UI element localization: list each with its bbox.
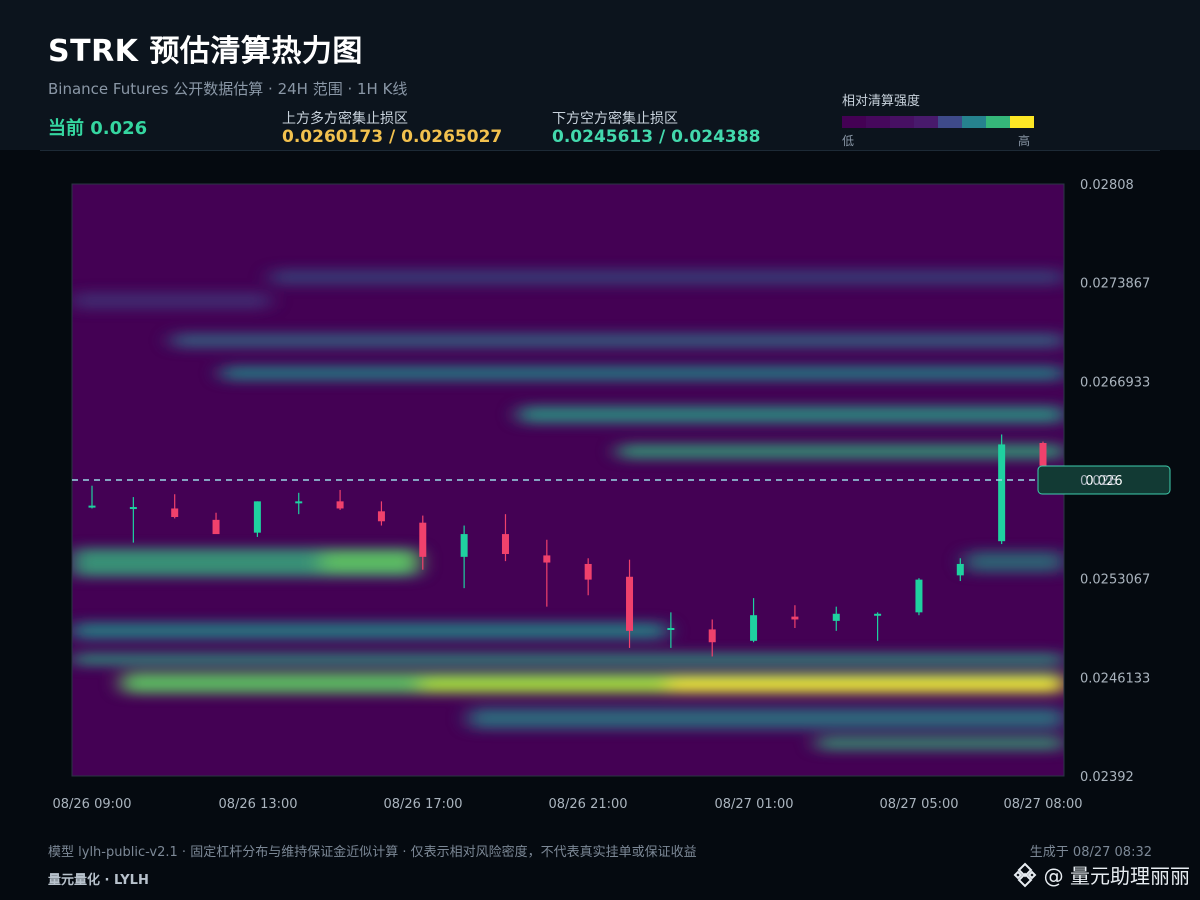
footer-note: 模型 lylh-public-v2.1 · 固定杠杆分布与维持保证金近似计算 ·… xyxy=(48,845,697,860)
heat-band xyxy=(72,622,668,640)
candle-body xyxy=(295,501,303,504)
heat-band xyxy=(468,707,1064,730)
legend-high-label: 高 xyxy=(1018,134,1031,148)
candle-body xyxy=(377,511,385,522)
candle-body xyxy=(460,534,468,557)
page-subtitle: Binance Futures 公开数据估算 · 24H 范围 · 1H K线 xyxy=(48,80,408,98)
heat-band xyxy=(320,551,420,573)
candle xyxy=(915,578,923,616)
page-title: STRK 预估清算热力图 xyxy=(48,34,363,69)
heat-band xyxy=(816,736,1064,751)
candle-body xyxy=(667,628,675,630)
x-tick-label: 08/27 08:00 xyxy=(1003,797,1082,812)
candle xyxy=(253,501,261,537)
candle-body xyxy=(1039,443,1047,466)
candle-body xyxy=(708,629,716,643)
candle-body xyxy=(915,579,923,613)
candle-body xyxy=(212,519,220,535)
legend-swatch-3 xyxy=(914,116,938,128)
candle-body xyxy=(626,576,634,631)
legend-swatch-0 xyxy=(842,116,866,128)
heat-band xyxy=(171,333,1064,348)
candle-body xyxy=(832,613,840,621)
lower-zone-label: 下方空方密集止损区 xyxy=(552,111,678,127)
candle-body xyxy=(956,563,964,576)
heat-band xyxy=(667,679,1064,691)
heat-band xyxy=(964,551,1064,573)
x-tick-label: 08/26 17:00 xyxy=(383,797,462,812)
candle-body xyxy=(874,613,882,616)
x-tick-label: 08/26 13:00 xyxy=(218,797,297,812)
x-axis: 08/26 09:00 08/26 13:00 08/26 17:00 08/26 2… xyxy=(52,797,1082,812)
liquidation-heatmap-chart: 0.026 0.028080.02738670.02669330.0260.02… xyxy=(52,178,1171,812)
x-tick-label: 08/26 09:00 xyxy=(52,797,131,812)
candle-body xyxy=(501,534,509,554)
binance-diamond-icon xyxy=(1013,862,1037,887)
y-tick-label: 0.0246133 xyxy=(1080,671,1150,686)
generated-time: 生成于 08/27 08:32 xyxy=(1029,845,1152,860)
candle-body xyxy=(129,507,137,510)
x-tick-label: 08/27 05:00 xyxy=(879,797,958,812)
watermark: @ 量元助理丽丽 xyxy=(1012,860,1190,889)
x-tick-label: 08/27 01:00 xyxy=(714,797,793,812)
x-tick-label: 08/26 21:00 xyxy=(548,797,627,812)
legend-swatch-7 xyxy=(1010,116,1034,128)
legend-low-label: 低 xyxy=(842,134,855,148)
legend-swatch-4 xyxy=(938,116,962,128)
y-tick-label: 0.0253067 xyxy=(1080,573,1150,588)
candle-body xyxy=(998,444,1006,542)
legend-swatch-1 xyxy=(866,116,890,128)
y-tick-label: 0.0266933 xyxy=(1080,375,1150,390)
lower-zone-value: 0.0245613 / 0.024388 xyxy=(552,127,761,147)
y-tick-label: 0.026 xyxy=(1080,474,1117,489)
footer-brand: 量元量化 · LYLH xyxy=(48,873,149,888)
legend-swatch-5 xyxy=(962,116,986,128)
legend-swatch-6 xyxy=(986,116,1010,128)
candle-body xyxy=(791,616,799,620)
legend-swatch-2 xyxy=(890,116,914,128)
candle-body xyxy=(584,563,592,580)
candle-body xyxy=(336,501,344,509)
watermark-text: @ 量元助理丽丽 xyxy=(1043,864,1190,888)
candle-body xyxy=(88,505,96,508)
heat-band xyxy=(518,406,1064,424)
heat-band xyxy=(220,366,1064,381)
candle-body xyxy=(171,508,179,517)
legend-color-scale xyxy=(842,116,1034,128)
heat-band xyxy=(617,444,1064,459)
current-price-label: 当前 0.026 xyxy=(48,118,148,139)
y-tick-label: 0.02392 xyxy=(1080,770,1134,785)
heat-band xyxy=(270,269,1064,286)
heat-band xyxy=(72,653,1064,665)
header-divider xyxy=(40,150,1160,151)
heat-band xyxy=(72,292,271,310)
candle-body xyxy=(419,522,427,557)
candle-body xyxy=(253,501,261,533)
candle-body xyxy=(750,615,758,641)
y-tick-label: 0.0273867 xyxy=(1080,277,1150,292)
candle-body xyxy=(543,555,551,563)
upper-zone-value: 0.0260173 / 0.0265027 xyxy=(282,127,503,147)
upper-zone-label: 上方多方密集止损区 xyxy=(282,111,408,127)
y-tick-label: 0.02808 xyxy=(1080,178,1134,193)
legend-title: 相对清算强度 xyxy=(842,94,921,109)
header-panel: STRK 预估清算热力图 Binance Futures 公开数据估算 · 24… xyxy=(0,0,1200,150)
candle xyxy=(998,434,1006,545)
